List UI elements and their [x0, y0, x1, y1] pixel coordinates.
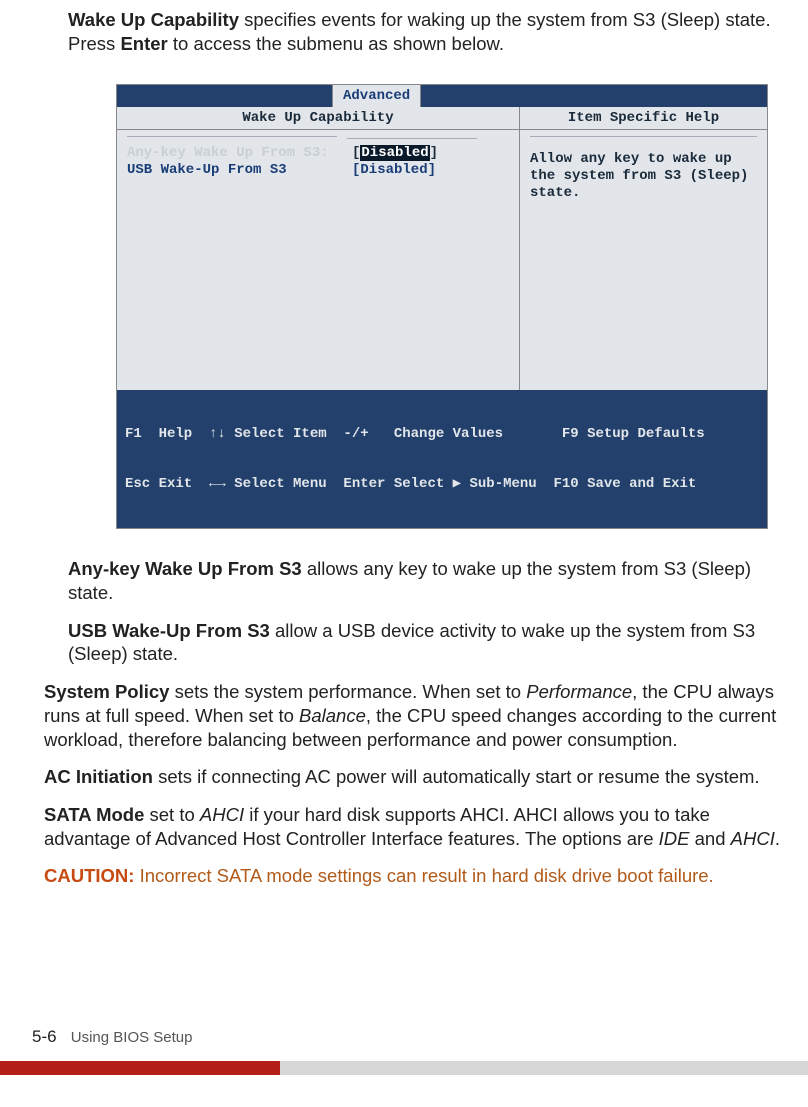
- bios-header-help-title: Item Specific Help: [520, 107, 767, 129]
- intro-paragraph: Wake Up Capability specifies events for …: [44, 0, 784, 56]
- intro-bold-2: Enter: [120, 33, 167, 54]
- page-section-title: Using BIOS Setup: [71, 1029, 193, 1046]
- bios-options-panel: Any-key Wake Up From S3: [Disabled] USB …: [117, 130, 520, 390]
- para-bold: AC Initiation: [44, 766, 153, 787]
- page-footer: 5-6 Using BIOS Setup: [0, 1027, 808, 1075]
- para-bold: SATA Mode: [44, 804, 144, 825]
- paragraph-sata-mode: SATA Mode set to AHCI if your hard disk …: [44, 803, 784, 850]
- bios-header-title: Wake Up Capability: [117, 107, 520, 129]
- bios-help-panel: Allow any key to wake up the system from…: [520, 130, 767, 390]
- footer-bar-red: [0, 1061, 280, 1075]
- caution-text: Incorrect SATA mode settings can result …: [134, 865, 713, 886]
- paragraph-anykey: Any-key Wake Up From S3 allows any key t…: [44, 557, 784, 604]
- bios-divider-mid: [347, 138, 477, 139]
- para-text: sets the system performance. When set to: [169, 681, 526, 702]
- paragraph-system-policy: System Policy sets the system performanc…: [44, 680, 784, 751]
- bios-option-anykey[interactable]: Any-key Wake Up From S3: [Disabled]: [127, 145, 509, 162]
- footer-color-bars: [0, 1061, 808, 1075]
- intro-text-2: to access the submenu as shown below.: [168, 33, 504, 54]
- bios-divider: [127, 136, 337, 137]
- bios-option-label: Any-key Wake Up From S3:: [127, 145, 352, 162]
- para-italic: Balance: [299, 705, 366, 726]
- caution-label: CAUTION:: [44, 865, 134, 886]
- para-text: and: [690, 828, 731, 849]
- bios-body: Any-key Wake Up From S3: [Disabled] USB …: [117, 130, 767, 390]
- page-number: 5-6: [32, 1027, 57, 1046]
- bios-tab-bar: Advanced: [117, 85, 767, 107]
- para-bold: USB Wake-Up From S3: [68, 620, 270, 641]
- bios-tab-spacer: [117, 85, 332, 107]
- para-italic: Performance: [526, 681, 632, 702]
- paragraph-ac-initiation: AC Initiation sets if connecting AC powe…: [44, 765, 784, 789]
- bios-help-text: Allow any key to wake up the system from…: [530, 151, 757, 201]
- para-italic: IDE: [659, 828, 690, 849]
- bios-screenshot: Advanced Wake Up Capability Item Specifi…: [116, 84, 768, 529]
- bios-footer-line-1: F1 Help ↑↓ Select Item -/+ Change Values…: [125, 426, 759, 443]
- para-italic: AHCI: [200, 804, 244, 825]
- para-text: sets if connecting AC power will automat…: [153, 766, 760, 787]
- paragraph-caution: CAUTION: Incorrect SATA mode settings ca…: [44, 864, 784, 888]
- bios-option-value: [Disabled]: [352, 145, 438, 162]
- bios-option-usb[interactable]: USB Wake-Up From S3 [Disabled]: [127, 162, 509, 179]
- intro-bold-1: Wake Up Capability: [68, 9, 239, 30]
- para-bold: System Policy: [44, 681, 169, 702]
- bios-footer-line-2: Esc Exit ←→ Select Menu Enter Select ▶ S…: [125, 476, 759, 493]
- paragraph-usb: USB Wake-Up From S3 allow a USB device a…: [44, 619, 784, 666]
- bios-footer-bar: F1 Help ↑↓ Select Item -/+ Change Values…: [117, 390, 767, 528]
- para-italic: AHCI: [731, 828, 775, 849]
- para-text: set to: [144, 804, 200, 825]
- footer-bar-grey: [280, 1061, 808, 1075]
- page-footer-text: 5-6 Using BIOS Setup: [0, 1027, 808, 1047]
- bios-tab-advanced[interactable]: Advanced: [332, 85, 421, 107]
- bios-divider: [530, 136, 757, 137]
- bios-option-label: USB Wake-Up From S3: [127, 162, 352, 179]
- para-text: .: [775, 828, 780, 849]
- para-bold: Any-key Wake Up From S3: [68, 558, 302, 579]
- bios-option-value: [Disabled]: [352, 162, 436, 179]
- bios-header-row: Wake Up Capability Item Specific Help: [117, 107, 767, 130]
